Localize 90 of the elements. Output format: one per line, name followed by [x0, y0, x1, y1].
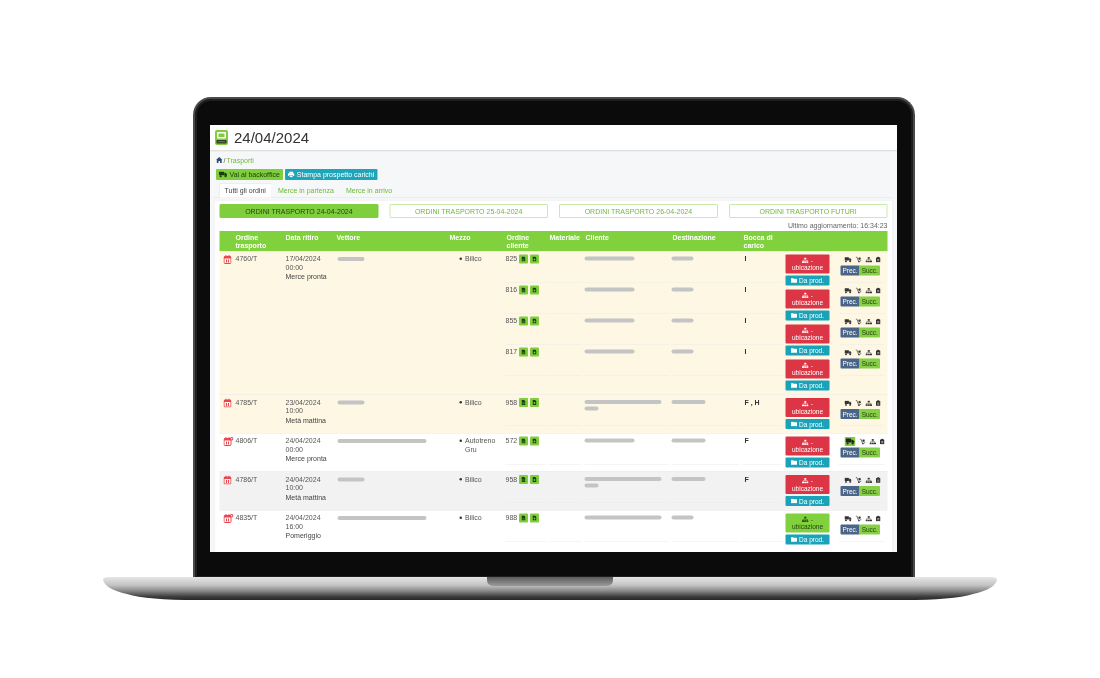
sitemap-icon [802, 401, 809, 407]
document-circle-icon [532, 349, 537, 355]
sitemap-icon [802, 327, 809, 333]
document-button[interactable] [530, 254, 540, 264]
folder-icon [791, 498, 798, 504]
bullet-icon [459, 516, 462, 519]
document-icon [521, 438, 526, 444]
document-icon [521, 318, 526, 324]
truck-icon[interactable] [844, 515, 852, 522]
sitemap-icon[interactable] [865, 515, 872, 522]
page-title: 24/04/2024 [234, 129, 310, 146]
clipboard-icon[interactable] [876, 256, 881, 263]
home-icon[interactable] [216, 157, 223, 163]
document-button[interactable] [519, 347, 529, 357]
clipboard-icon[interactable] [876, 515, 881, 522]
folder-icon [791, 537, 798, 542]
sitemap-icon [802, 362, 809, 368]
truck-icon[interactable] [844, 287, 852, 294]
dolly-icon[interactable] [855, 256, 862, 263]
document-button[interactable] [530, 475, 540, 484]
dolly-icon[interactable] [855, 287, 862, 294]
document-icon [521, 287, 526, 293]
document-icon [521, 349, 526, 355]
document-icon [521, 477, 526, 482]
folder-icon [791, 421, 798, 427]
clipboard-icon[interactable] [876, 318, 881, 325]
document-button[interactable] [519, 398, 529, 407]
document-button[interactable] [530, 285, 540, 295]
document-circle-icon [532, 477, 537, 482]
bullet-icon [459, 401, 462, 404]
document-button[interactable] [519, 285, 529, 295]
folder-icon [791, 313, 798, 318]
folder-icon [791, 278, 798, 283]
document-icon [521, 256, 526, 262]
document-circle-icon [532, 400, 537, 405]
document-button[interactable] [519, 475, 529, 484]
clipboard-icon[interactable] [876, 287, 881, 294]
sitemap-icon [802, 516, 809, 522]
dolly-icon[interactable] [855, 318, 862, 325]
clipboard-icon[interactable] [876, 349, 881, 356]
truck-icon[interactable] [844, 349, 852, 356]
sitemap-icon[interactable] [869, 438, 876, 445]
dolly-icon[interactable] [855, 400, 862, 406]
sitemap-icon [802, 439, 809, 445]
bullet-icon [459, 257, 462, 260]
dolly-icon[interactable] [855, 477, 862, 483]
folder-icon [791, 383, 798, 388]
document-circle-icon [532, 287, 537, 293]
document-button[interactable] [530, 398, 540, 407]
document-button[interactable] [519, 436, 529, 446]
bullet-icon [459, 478, 462, 481]
sitemap-icon[interactable] [865, 287, 872, 294]
truck-icon[interactable] [844, 318, 852, 325]
sitemap-icon[interactable] [865, 477, 872, 483]
document-button[interactable] [530, 436, 540, 446]
dolly-icon[interactable] [859, 438, 866, 445]
bullet-icon [459, 439, 462, 442]
document-button[interactable] [530, 347, 540, 357]
sitemap-icon [802, 257, 809, 263]
dolly-icon[interactable] [855, 349, 862, 356]
folder-icon [791, 348, 798, 353]
document-button[interactable] [519, 513, 529, 523]
document-circle-icon [532, 438, 537, 444]
document-button[interactable] [519, 316, 529, 326]
dolly-icon[interactable] [855, 515, 862, 522]
document-button[interactable] [530, 316, 540, 326]
clipboard-icon[interactable] [876, 400, 881, 406]
document-icon [521, 515, 526, 521]
document-button[interactable] [530, 513, 540, 523]
document-icon [521, 400, 526, 405]
terminal-icon [215, 130, 228, 145]
document-circle-icon [532, 318, 537, 324]
folder-icon [791, 460, 798, 465]
sitemap-icon[interactable] [865, 256, 872, 263]
document-circle-icon [532, 256, 537, 262]
truck-icon[interactable] [844, 256, 852, 263]
sitemap-icon [802, 292, 809, 298]
printer-icon [287, 171, 295, 178]
document-button[interactable] [519, 254, 529, 264]
truck-icon [219, 171, 227, 178]
sitemap-icon [802, 478, 809, 484]
truck-icon[interactable] [844, 477, 852, 483]
truck-icon[interactable] [844, 400, 852, 406]
document-circle-icon [532, 515, 537, 521]
truck-icon[interactable] [844, 437, 856, 446]
clipboard-icon[interactable] [880, 438, 885, 445]
sitemap-icon[interactable] [865, 349, 872, 356]
clipboard-icon[interactable] [876, 477, 881, 483]
sitemap-icon[interactable] [865, 318, 872, 325]
sitemap-icon[interactable] [865, 400, 872, 406]
